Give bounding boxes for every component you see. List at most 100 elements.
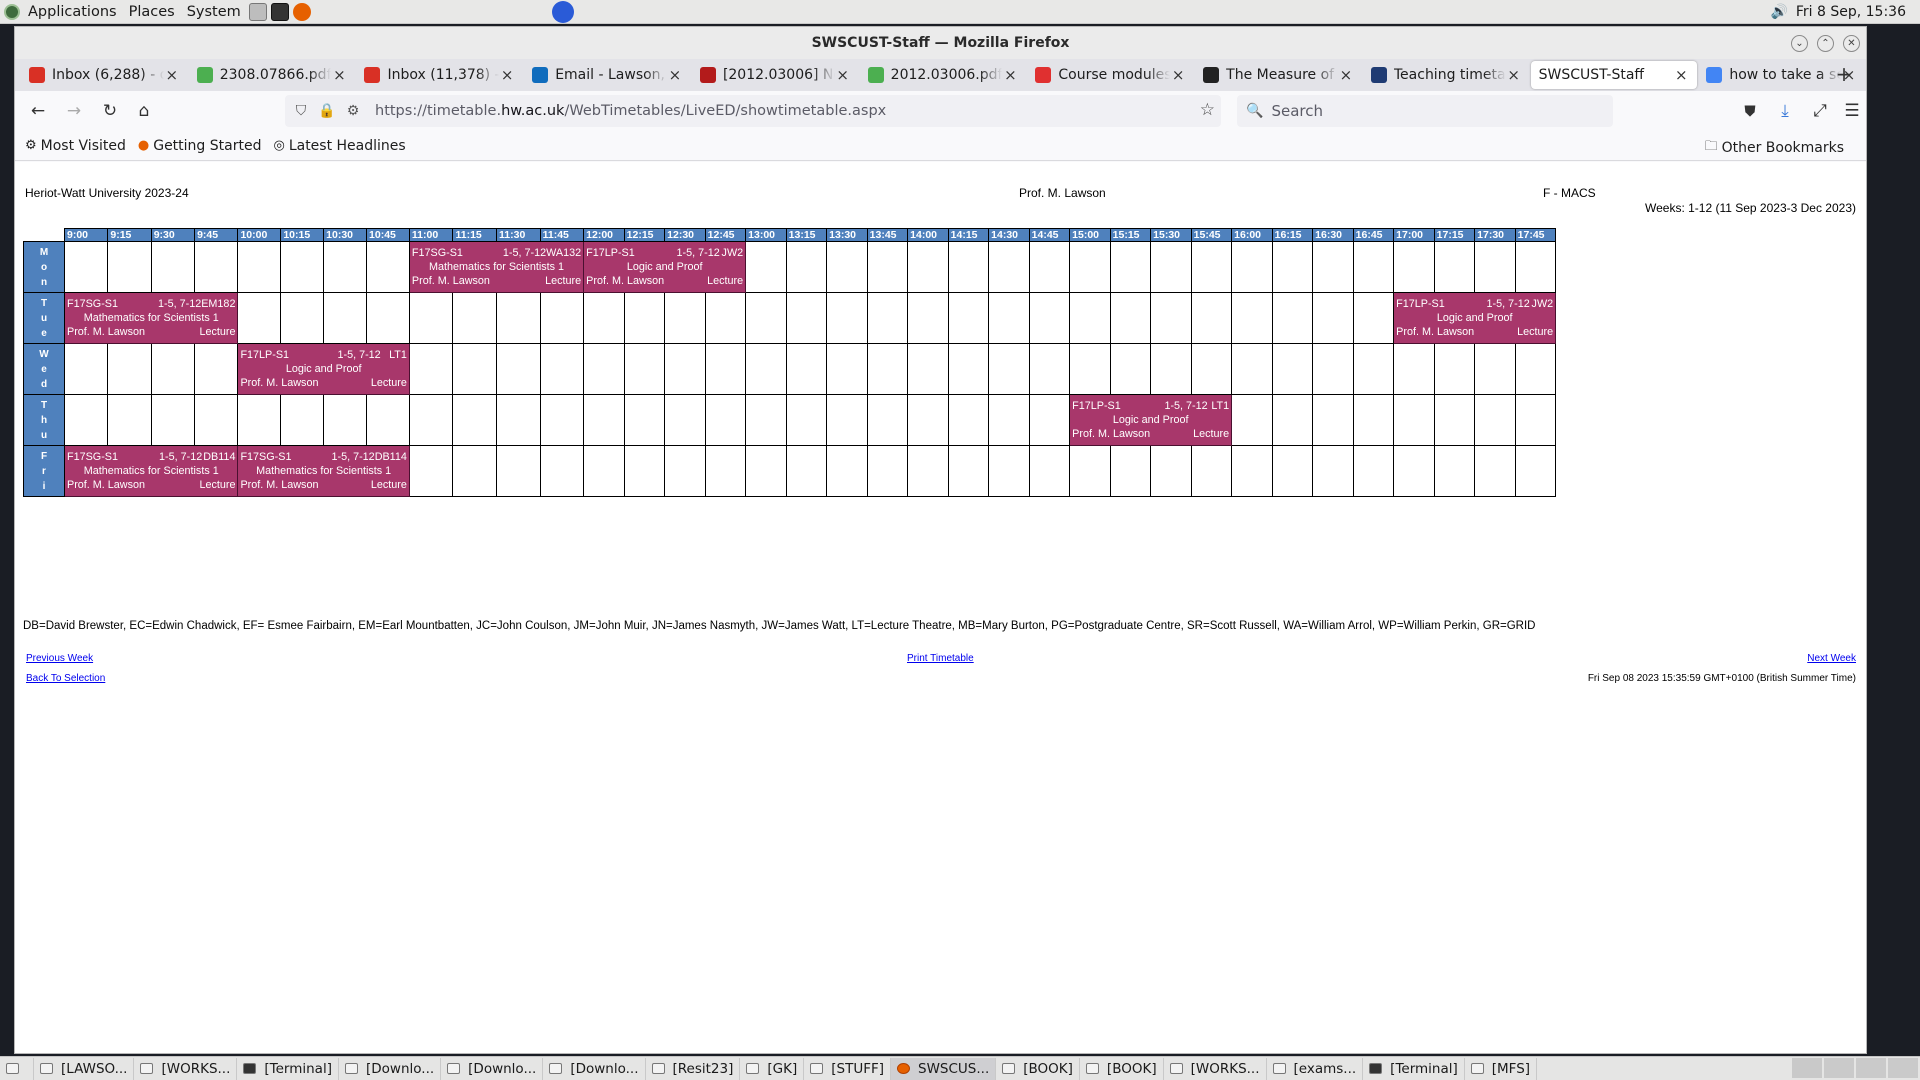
taskbar-window-button[interactable]: [exams... xyxy=(1267,1057,1364,1080)
module-title: Logic and Proof xyxy=(1112,414,1189,426)
workspace-2[interactable] xyxy=(1824,1058,1854,1078)
browser-tab[interactable]: 2308.07866.pdf × xyxy=(189,61,356,89)
lock-icon[interactable]: 🔒 xyxy=(317,101,337,121)
tab-close-icon[interactable]: × xyxy=(667,66,683,84)
tab-close-icon[interactable]: × xyxy=(499,66,515,84)
terminal-launcher-icon[interactable] xyxy=(270,2,289,21)
event-room: JW2 xyxy=(1531,298,1554,310)
pocket-icon[interactable]: ⛊ xyxy=(1735,96,1765,126)
menu-icon[interactable]: ☰ xyxy=(1837,96,1867,126)
tab-close-icon[interactable]: × xyxy=(1673,66,1689,84)
panel-app-icon[interactable] xyxy=(552,1,574,23)
timetable-event[interactable]: F17LP-S1 1-5, 7-12 LT1 Logic and Proof Prof.… xyxy=(237,343,410,395)
browser-tab[interactable]: [2012.03006] No × xyxy=(692,61,859,89)
previous-week-link[interactable]: Previous Week xyxy=(26,653,93,664)
taskbar-window-button[interactable]: [GK] xyxy=(740,1057,805,1080)
taskbar-window-button[interactable]: [Downlo... xyxy=(543,1057,646,1080)
places-menu[interactable]: Places xyxy=(123,4,181,20)
back-to-selection-link[interactable]: Back To Selection xyxy=(26,673,105,684)
workspace-1[interactable] xyxy=(1792,1058,1822,1078)
new-tab-button[interactable]: + xyxy=(1832,63,1856,87)
browser-tab[interactable]: SWSCUST-Staff × xyxy=(1530,61,1698,89)
workspace-4[interactable] xyxy=(1888,1058,1918,1078)
tab-close-icon[interactable]: × xyxy=(164,66,180,84)
empty-slot xyxy=(907,292,949,344)
timetable-event[interactable]: F17SG-S1 1-5, 7-12 EM182 Mathematics for Sc… xyxy=(63,292,239,344)
back-button[interactable]: ← xyxy=(23,96,53,126)
other-bookmarks[interactable]: 🗀 Other Bookmarks xyxy=(1705,137,1844,159)
browser-tab[interactable]: Teaching timetal × xyxy=(1363,61,1530,89)
empty-slot xyxy=(664,445,706,497)
taskbar-window-button[interactable]: [Terminal] xyxy=(1363,1057,1465,1080)
fullscreen-icon[interactable]: ⤢ xyxy=(1805,96,1835,126)
taskbar-window-button[interactable]: [Downlo... xyxy=(339,1057,442,1080)
url-bar[interactable]: ⛉ 🔒 ⚙ https://timetable.hw.ac.uk/WebTime… xyxy=(285,95,1221,127)
tab-close-icon[interactable]: × xyxy=(1506,66,1522,84)
timetable-event[interactable]: F17LP-S1 1-5, 7-12 JW2 Logic and Proof Prof.… xyxy=(1393,292,1557,344)
folder-icon xyxy=(1002,1063,1016,1074)
taskbar-window-button[interactable]: [Downlo... xyxy=(441,1057,544,1080)
reload-button[interactable]: ↻ xyxy=(95,96,125,126)
bookmark-getting-started[interactable]: ● Getting Started xyxy=(138,138,262,154)
home-button[interactable]: ⌂ xyxy=(129,96,159,126)
taskbar-window-button[interactable]: [WORKS... xyxy=(134,1057,238,1080)
timetable-event[interactable]: F17SG-S1 1-5, 7-12 WA132 Mathematics for Sc… xyxy=(408,241,585,293)
downloads-icon[interactable]: ⤓ xyxy=(1770,96,1800,126)
taskbar-window-button[interactable]: [WORKS... xyxy=(1164,1057,1267,1080)
gnome-foot-icon[interactable] xyxy=(4,3,20,20)
minimize-button[interactable]: ⌄ xyxy=(1791,35,1808,52)
clock[interactable]: Fri 8 Sep, 15:36 xyxy=(1796,4,1906,20)
browser-tab[interactable]: 2012.03006.pdf × xyxy=(860,61,1027,89)
workspace-3[interactable] xyxy=(1856,1058,1886,1078)
permissions-icon[interactable]: ⚙ xyxy=(343,101,363,121)
tab-close-icon[interactable]: × xyxy=(1170,66,1186,84)
taskbar-window-button[interactable]: [LAWSO... xyxy=(34,1057,135,1080)
maximize-button[interactable]: ⌃ xyxy=(1817,35,1834,52)
file-manager-launcher-icon[interactable] xyxy=(248,2,267,21)
taskbar-window-button[interactable]: [BOOK] xyxy=(996,1057,1080,1080)
browser-tab[interactable]: Inbox (11,378) - × xyxy=(356,61,523,89)
volume-icon[interactable]: 🔊 xyxy=(1770,4,1787,20)
timetable-event[interactable]: F17SG-S1 1-5, 7-12 DB114 Mathematics for Sc… xyxy=(63,445,239,497)
bookmark-latest-headlines[interactable]: ◎ Latest Headlines xyxy=(273,138,405,154)
tab-close-icon[interactable]: × xyxy=(331,66,347,84)
google-icon xyxy=(1706,67,1723,83)
bookmark-most-visited[interactable]: ⚙ Most Visited xyxy=(25,138,126,154)
empty-slot xyxy=(866,241,909,293)
browser-tab[interactable]: The Measure of A × xyxy=(1195,61,1362,89)
search-bar[interactable]: 🔍 Search xyxy=(1237,95,1613,127)
window-titlebar[interactable]: SWSCUST-Staff — Mozilla Firefox ⌄ ⌃ ✕ xyxy=(15,27,1866,59)
url-text[interactable]: https://timetable.hw.ac.uk/WebTimetables… xyxy=(375,103,886,119)
shield-icon[interactable]: ⛉ xyxy=(291,101,311,121)
empty-slot xyxy=(1312,343,1354,395)
next-week-link[interactable]: Next Week xyxy=(1807,653,1856,664)
workspace-switcher[interactable] xyxy=(1790,1058,1918,1078)
tab-close-icon[interactable]: × xyxy=(1338,66,1354,84)
taskbar-window-button[interactable]: [STUFF] xyxy=(804,1057,891,1080)
timetable-event[interactable]: F17SG-S1 1-5, 7-12 DB114 Mathematics for Sc… xyxy=(237,445,410,497)
timetable-event[interactable]: F17LP-S1 1-5, 7-12 JW2 Logic and Proof Prof.… xyxy=(583,241,747,293)
taskbar-window-button[interactable]: [Terminal] xyxy=(237,1057,339,1080)
browser-tab[interactable]: Email - Lawson, × xyxy=(524,61,691,89)
print-timetable-link[interactable]: Print Timetable xyxy=(907,653,974,664)
tab-close-icon[interactable]: × xyxy=(835,66,851,84)
browser-tab[interactable]: Inbox (6,288) - d × xyxy=(21,61,188,89)
tab-close-icon[interactable]: × xyxy=(1002,66,1018,84)
taskbar-window-button[interactable]: [Resit23] xyxy=(646,1057,741,1080)
empty-slot xyxy=(496,292,541,344)
taskbar-window-button[interactable]: [BOOK] xyxy=(1080,1057,1164,1080)
taskbar-label: [exams... xyxy=(1293,1060,1357,1077)
system-menu[interactable]: System xyxy=(181,4,247,20)
timetable-event[interactable]: F17LP-S1 1-5, 7-12 LT1 Logic and Proof Prof.… xyxy=(1069,394,1233,446)
applications-menu[interactable]: Applications xyxy=(22,4,123,20)
firefox-launcher-icon[interactable] xyxy=(292,2,311,21)
forward-button[interactable]: → xyxy=(59,96,89,126)
folder-icon xyxy=(40,1063,53,1074)
taskbar-window-button[interactable]: SWSCUS... xyxy=(891,1057,997,1080)
taskbar-window-button[interactable]: [MFS] xyxy=(1465,1057,1538,1080)
browser-tab[interactable]: Course modules × xyxy=(1027,61,1194,89)
bookmark-star-icon[interactable]: ☆ xyxy=(1200,100,1215,120)
close-window-button[interactable]: ✕ xyxy=(1843,35,1860,52)
show-desktop-button[interactable] xyxy=(0,1057,34,1080)
module-title: Logic and Proof xyxy=(285,363,362,375)
